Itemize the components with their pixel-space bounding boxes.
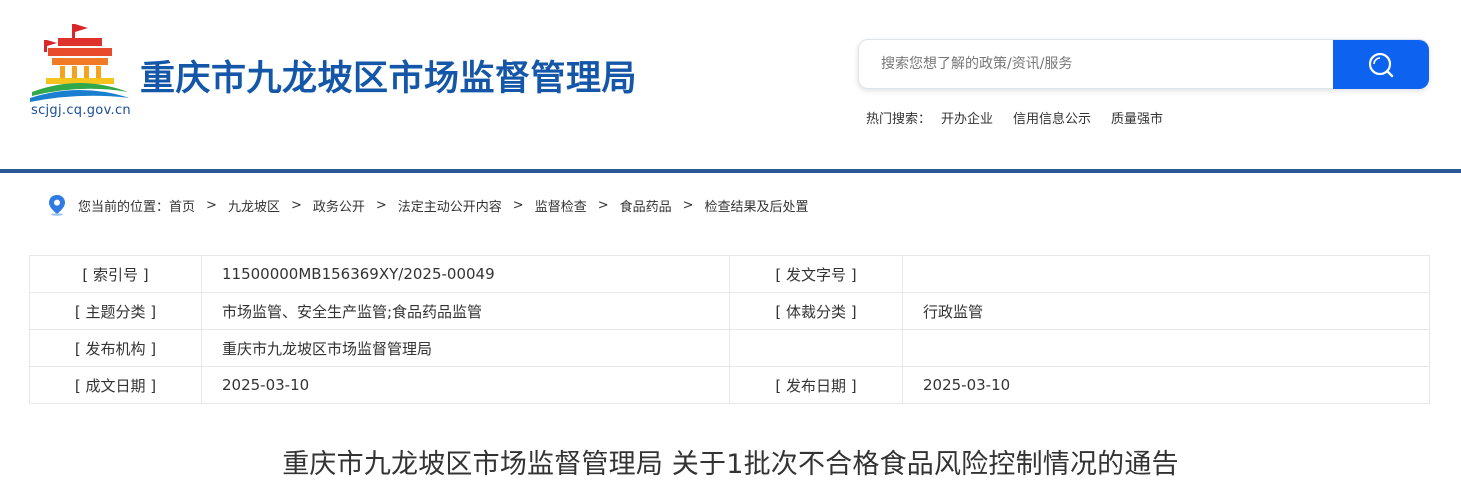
table-row: [ 发布机构 ] 重庆市九龙坡区市场监督管理局 — [29, 329, 1430, 367]
breadcrumb-item[interactable]: 首页 — [169, 196, 195, 215]
table-row: [ 成文日期 ] 2025-03-10 [ 发布日期 ] 2025-03-10 — [29, 366, 1430, 404]
search-box — [858, 39, 1429, 89]
breadcrumb-separator: > — [597, 197, 609, 213]
hot-search-link[interactable]: 信用信息公示 — [1013, 108, 1091, 127]
hot-search: 热门搜索： 开办企业 信用信息公示 质量强市 — [866, 108, 1183, 127]
meta-value: 行政监管 — [902, 292, 1430, 330]
breadcrumb-separator: > — [206, 197, 217, 213]
table-row: [ 主题分类 ] 市场监管、安全生产监管;食品药品监管 [ 体裁分类 ] 行政监… — [29, 292, 1430, 330]
meta-label — [729, 329, 903, 367]
meta-value: 市场监管、安全生产监管;食品药品监管 — [201, 292, 730, 330]
location-pin-icon — [49, 195, 65, 216]
breadcrumb-separator: > — [290, 197, 302, 213]
breadcrumb-prefix: 您当前的位置： — [78, 199, 170, 215]
meta-label: [ 主题分类 ] — [29, 292, 202, 330]
breadcrumb-item[interactable]: 检查结果及后处置 — [705, 196, 809, 215]
header-divider — [0, 169, 1461, 173]
search-input[interactable] — [860, 41, 1330, 87]
hot-search-label: 热门搜索： — [866, 112, 932, 127]
site-title[interactable]: 重庆市九龙坡区市场监督管理局 — [140, 50, 637, 101]
meta-label: [ 成文日期 ] — [29, 366, 202, 404]
document-title: 重庆市九龙坡区市场监督管理局 关于1批次不合格食品风险控制情况的通告 — [282, 449, 1179, 480]
meta-label: [ 索引号 ] — [29, 255, 202, 293]
meta-value — [902, 329, 1430, 367]
breadcrumb-separator: > — [512, 197, 524, 213]
search-icon — [1368, 52, 1394, 77]
meta-value: 2025-03-10 — [201, 366, 730, 404]
meta-value — [902, 255, 1430, 293]
meta-label: [ 发布日期 ] — [729, 366, 903, 404]
site-header: scjgj.cq.gov.cn 重庆市九龙坡区市场监督管理局 热门搜索： 开办企… — [0, 0, 1461, 170]
site-domain: scjgj.cq.gov.cn — [31, 103, 131, 118]
meta-value: 重庆市九龙坡区市场监督管理局 — [201, 329, 730, 367]
breadcrumb-item[interactable]: 政务公开 — [313, 196, 365, 215]
meta-label: [ 发文字号 ] — [729, 255, 903, 293]
hot-search-link[interactable]: 质量强市 — [1111, 108, 1163, 127]
breadcrumb-item[interactable]: 食品药品 — [620, 196, 672, 215]
breadcrumb-separator: > — [375, 197, 387, 213]
meta-value: 2025-03-10 — [902, 366, 1430, 404]
meta-label: [ 发布机构 ] — [29, 329, 202, 367]
breadcrumb-item[interactable]: 法定主动公开内容 — [398, 196, 502, 215]
hot-search-link[interactable]: 开办企业 — [941, 108, 993, 127]
breadcrumb-item[interactable]: 监督检查 — [535, 196, 587, 215]
gate-emblem-icon[interactable] — [28, 22, 132, 104]
breadcrumb: 您当前的位置： 首页 > 九龙坡区 > 政务公开 > 法定主动公开内容 > 监督… — [46, 194, 809, 216]
table-row: [ 索引号 ] 11500000MB156369XY/2025-00049 [ … — [29, 255, 1430, 293]
meta-label: [ 体裁分类 ] — [729, 292, 903, 330]
document-meta-table: [ 索引号 ] 11500000MB156369XY/2025-00049 [ … — [29, 255, 1430, 404]
meta-value: 11500000MB156369XY/2025-00049 — [201, 255, 730, 293]
search-button[interactable] — [1333, 40, 1429, 89]
breadcrumb-item[interactable]: 九龙坡区 — [228, 196, 280, 215]
breadcrumb-separator: > — [682, 197, 694, 213]
